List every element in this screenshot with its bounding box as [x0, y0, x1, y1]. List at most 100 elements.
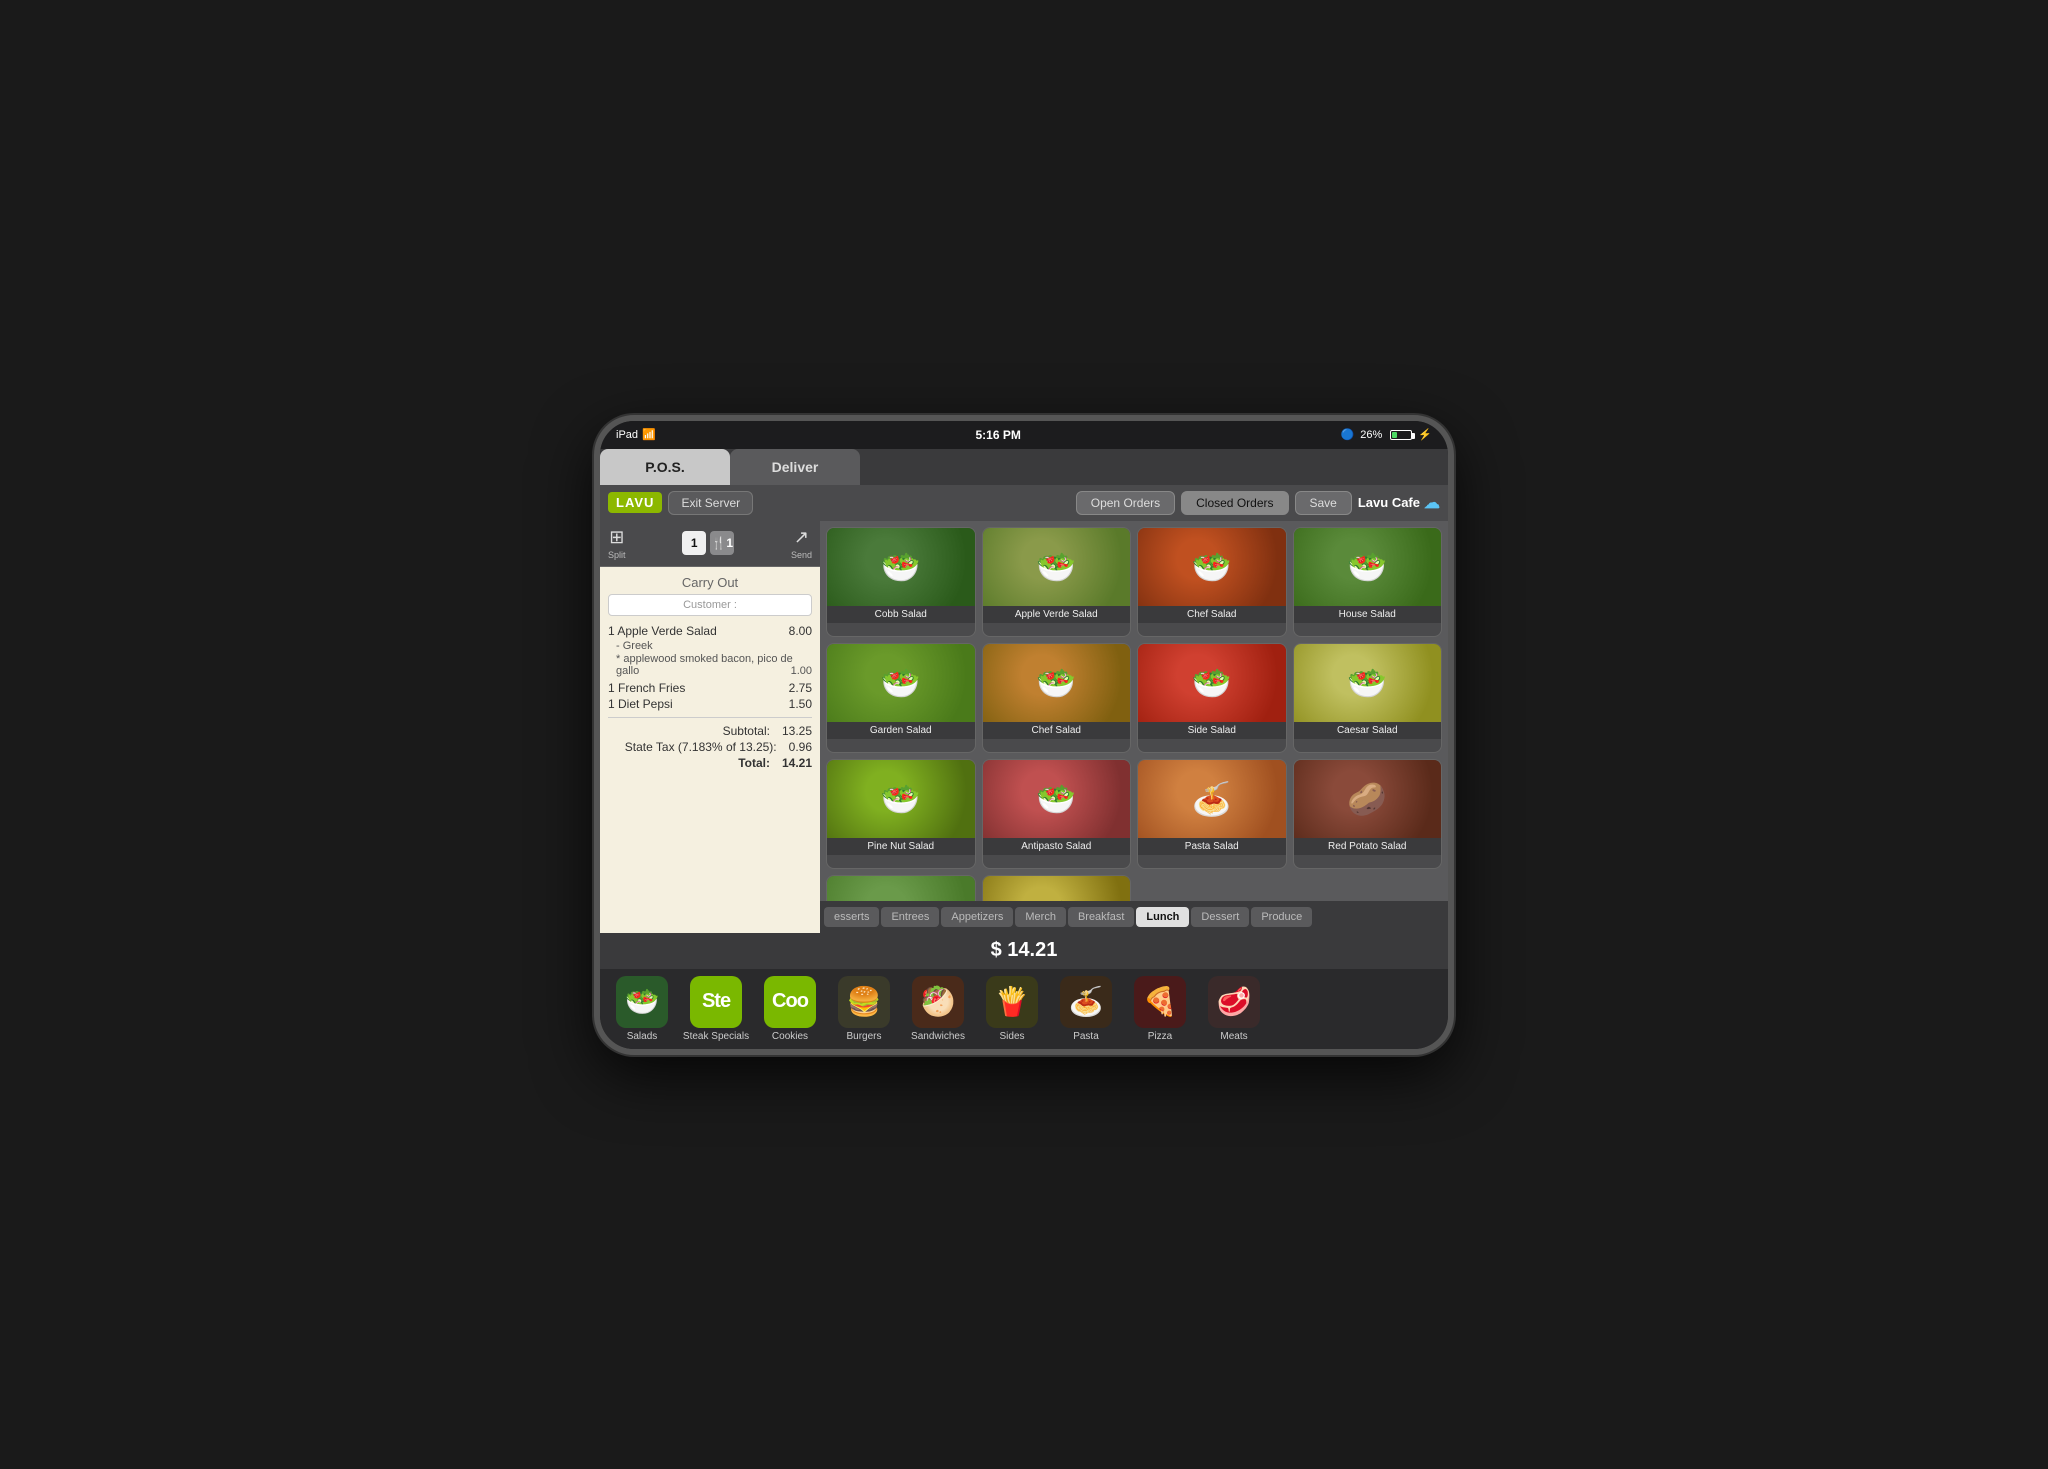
split-action[interactable]: Split	[608, 527, 626, 560]
menu-grid: 🥗Cobb Salad🥗Apple Verde Salad🥗Chef Salad…	[820, 521, 1448, 901]
category-tab[interactable]: Appetizers	[941, 907, 1013, 927]
category-tab[interactable]: Dessert	[1191, 907, 1249, 927]
menu-item[interactable]: 🥗Garden Salad	[826, 643, 976, 753]
bottom-category-icon[interactable]: Salads	[608, 976, 676, 1042]
exit-server-button[interactable]: Exit Server	[668, 491, 753, 515]
category-image: Ste	[690, 976, 742, 1028]
menu-item-label: Garden Salad	[827, 722, 975, 739]
tab-deliver[interactable]: Deliver	[730, 449, 860, 485]
main-content: Split 1 🍴 1 Send Carry Out Customer :	[600, 521, 1448, 933]
menu-item[interactable]: 🥗Apple Verde Salad	[982, 527, 1132, 637]
menu-item[interactable]: 🍝Pasta Salad	[1137, 759, 1287, 869]
order-item[interactable]: 1 Diet Pepsi 1.50	[608, 697, 812, 711]
battery-label: 26%	[1360, 429, 1382, 441]
bottom-category-icon[interactable]: SteSteak Specials	[682, 976, 750, 1042]
status-right: 🔵 26% ⚡	[1341, 428, 1432, 441]
order-type-header: Carry Out	[608, 575, 812, 590]
bottom-category-icon[interactable]: Meats	[1200, 976, 1268, 1042]
bottom-category-icon[interactable]: CooCookies	[756, 976, 824, 1042]
order-panel: Split 1 🍴 1 Send Carry Out Customer :	[600, 521, 820, 933]
action-bar: Split 1 🍴 1 Send	[600, 521, 820, 567]
menu-item[interactable]: 🥗Antipasto Salad	[982, 759, 1132, 869]
lavu-logo[interactable]: LAVU	[608, 492, 662, 513]
order-num-1[interactable]: 1	[682, 531, 706, 555]
order-item[interactable]: 1 French Fries 2.75	[608, 681, 812, 695]
subtotal-row: Subtotal: 13.25	[608, 724, 812, 738]
category-tab[interactable]: Entrees	[881, 907, 939, 927]
category-label: Pizza	[1148, 1031, 1172, 1042]
top-toolbar: LAVU Exit Server Open Orders Closed Orde…	[600, 485, 1448, 521]
category-tab[interactable]: Produce	[1251, 907, 1312, 927]
category-tabs: essertsEntreesAppetizersMerchBreakfastLu…	[820, 901, 1448, 933]
send-action[interactable]: Send	[791, 527, 812, 560]
menu-item[interactable]: 🥗Pine Nut Salad	[826, 759, 976, 869]
category-image	[912, 976, 964, 1028]
order-item[interactable]: 1 Apple Verde Salad 8.00	[608, 624, 812, 638]
app-tabs: P.O.S. Deliver	[600, 449, 1448, 485]
battery-fill	[1392, 432, 1397, 438]
category-label: Pasta	[1073, 1031, 1099, 1042]
menu-item[interactable]: 🥗Chef Salad	[982, 643, 1132, 753]
category-image	[838, 976, 890, 1028]
menu-item[interactable]: 🥗Chef Salad	[1137, 527, 1287, 637]
menu-item[interactable]: 🥔Red Potato Salad	[1293, 759, 1443, 869]
category-image	[986, 976, 1038, 1028]
status-bar: iPad 📶 5:16 PM 🔵 26% ⚡	[600, 421, 1448, 449]
menu-item-label: Chef Salad	[1138, 606, 1286, 623]
menu-item[interactable]: 🥗Caesar Salad	[1293, 643, 1443, 753]
bottom-category-icon[interactable]: Sides	[978, 976, 1046, 1042]
receipt-area: Carry Out Customer : 1 Apple Verde Salad…	[600, 567, 820, 933]
menu-item-label: Antipasto Salad	[983, 838, 1131, 855]
category-label: Salads	[627, 1031, 658, 1042]
bottom-category-icon[interactable]: Sandwiches	[904, 976, 972, 1042]
category-image	[616, 976, 668, 1028]
subtotal-label: Subtotal:	[723, 724, 770, 738]
category-label: Meats	[1220, 1031, 1247, 1042]
cloud-icon: ☁	[1424, 493, 1440, 513]
customer-field[interactable]: Customer :	[608, 594, 812, 616]
bottom-category-icon[interactable]: Pasta	[1052, 976, 1120, 1042]
category-tab[interactable]: Lunch	[1136, 907, 1189, 927]
closed-orders-button[interactable]: Closed Orders	[1181, 491, 1288, 515]
category-tab[interactable]: Breakfast	[1068, 907, 1134, 927]
category-label: Sides	[999, 1031, 1024, 1042]
order-num-2[interactable]: 🍴 1	[710, 531, 734, 555]
item-name: 1 Diet Pepsi	[608, 697, 777, 711]
category-tab[interactable]: Merch	[1015, 907, 1066, 927]
time-display: 5:16 PM	[975, 428, 1020, 442]
charging-icon: ⚡	[1418, 428, 1432, 441]
tab-pos[interactable]: P.O.S.	[600, 449, 730, 485]
open-orders-button[interactable]: Open Orders	[1076, 491, 1175, 515]
bluetooth-icon: 🔵	[1341, 428, 1355, 441]
tax-row: State Tax (7.183% of 13.25): 0.96	[608, 740, 812, 754]
receipt-divider	[608, 717, 812, 718]
menu-item[interactable]: 🥗Side Salad	[1137, 643, 1287, 753]
fork-knife-icon: 🍴	[711, 536, 726, 550]
subtotal-value: 13.25	[782, 724, 812, 738]
menu-item[interactable]: 🥗	[826, 875, 976, 901]
bottom-category-icon[interactable]: Pizza	[1126, 976, 1194, 1042]
menu-item-label: Apple Verde Salad	[983, 606, 1131, 623]
menu-item[interactable]: 🥗House Salad	[1293, 527, 1443, 637]
category-tab[interactable]: esserts	[824, 907, 879, 927]
menu-item-label: Cobb Salad	[827, 606, 975, 623]
category-label: Cookies	[772, 1031, 808, 1042]
category-image	[1208, 976, 1260, 1028]
bottom-category-icon[interactable]: Burgers	[830, 976, 898, 1042]
menu-item[interactable]: 🥗	[982, 875, 1132, 901]
wifi-icon: 📶	[642, 428, 656, 441]
send-icon	[794, 527, 809, 548]
item-name: 1 Apple Verde Salad	[608, 624, 777, 638]
total-value: 14.21	[782, 756, 812, 770]
carrier-label: iPad	[616, 429, 638, 441]
category-label: Sandwiches	[911, 1031, 965, 1042]
total-row: Total: 14.21	[608, 756, 812, 770]
status-left: iPad 📶	[616, 428, 656, 441]
grand-total-bar: $ 14.21	[600, 933, 1448, 969]
item-price: 1.50	[777, 697, 812, 711]
split-icon	[609, 527, 624, 548]
item-note: * applewood smoked bacon, pico de gallo …	[608, 653, 812, 677]
menu-item[interactable]: 🥗Cobb Salad	[826, 527, 976, 637]
menu-item-label: Pasta Salad	[1138, 838, 1286, 855]
save-button[interactable]: Save	[1295, 491, 1352, 515]
